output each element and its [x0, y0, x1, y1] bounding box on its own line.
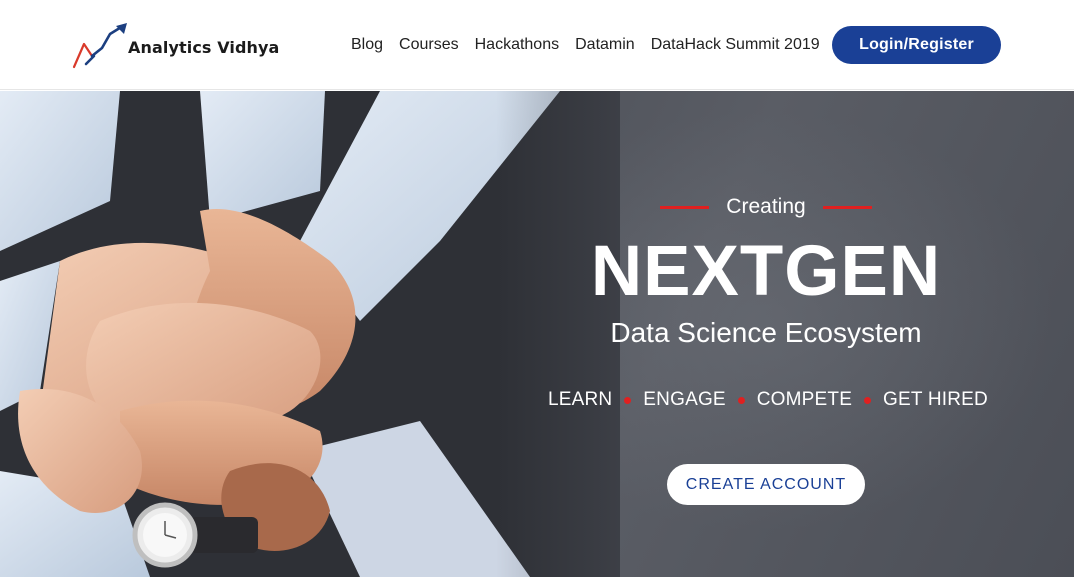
- hero-subtitle: Data Science Ecosystem: [610, 317, 922, 348]
- red-divider-right: [822, 205, 872, 209]
- hero-banner: Creating NEXTGEN Data Science Ecosystem …: [0, 91, 1074, 577]
- analytics-vidhya-logo-icon: [72, 23, 127, 69]
- nav-item-hackathons[interactable]: Hackathons: [475, 36, 560, 54]
- pillar-learn: LEARN: [548, 389, 613, 410]
- site-header: Analytics Vidhya Blog Courses Hackathons…: [0, 0, 1074, 90]
- nav-item-blog[interactable]: Blog: [351, 36, 383, 54]
- nav-item-courses[interactable]: Courses: [399, 36, 459, 54]
- pillar-get-hired: GET HIRED: [883, 389, 988, 410]
- logo-text: Analytics Vidhya: [128, 37, 280, 57]
- hero-headline: NEXTGEN: [590, 232, 942, 311]
- main-nav: Blog Courses Hackathons Datamin DataHack…: [351, 34, 820, 56]
- login-register-button[interactable]: Login/Register: [832, 26, 1001, 64]
- bullet-dot-icon: [737, 396, 745, 404]
- red-divider-left: [660, 205, 709, 209]
- creating-kicker: Creating: [660, 195, 872, 219]
- pillar-compete: COMPETE: [756, 389, 853, 410]
- team-hands-image: [0, 91, 620, 577]
- bullet-dot-icon: [864, 396, 872, 404]
- pillar-engage: ENGAGE: [643, 389, 726, 410]
- logo[interactable]: Analytics Vidhya: [72, 20, 282, 70]
- bullet-dot-icon: [624, 396, 632, 404]
- pillars-row: LEARN ENGAGE COMPETE GET HIRED: [548, 387, 988, 413]
- create-account-button[interactable]: CREATE ACCOUNT: [667, 464, 865, 505]
- nav-item-datamin[interactable]: Datamin: [575, 36, 635, 54]
- nav-item-datahack-summit[interactable]: DataHack Summit 2019: [651, 36, 820, 54]
- kicker-text: Creating: [726, 195, 806, 218]
